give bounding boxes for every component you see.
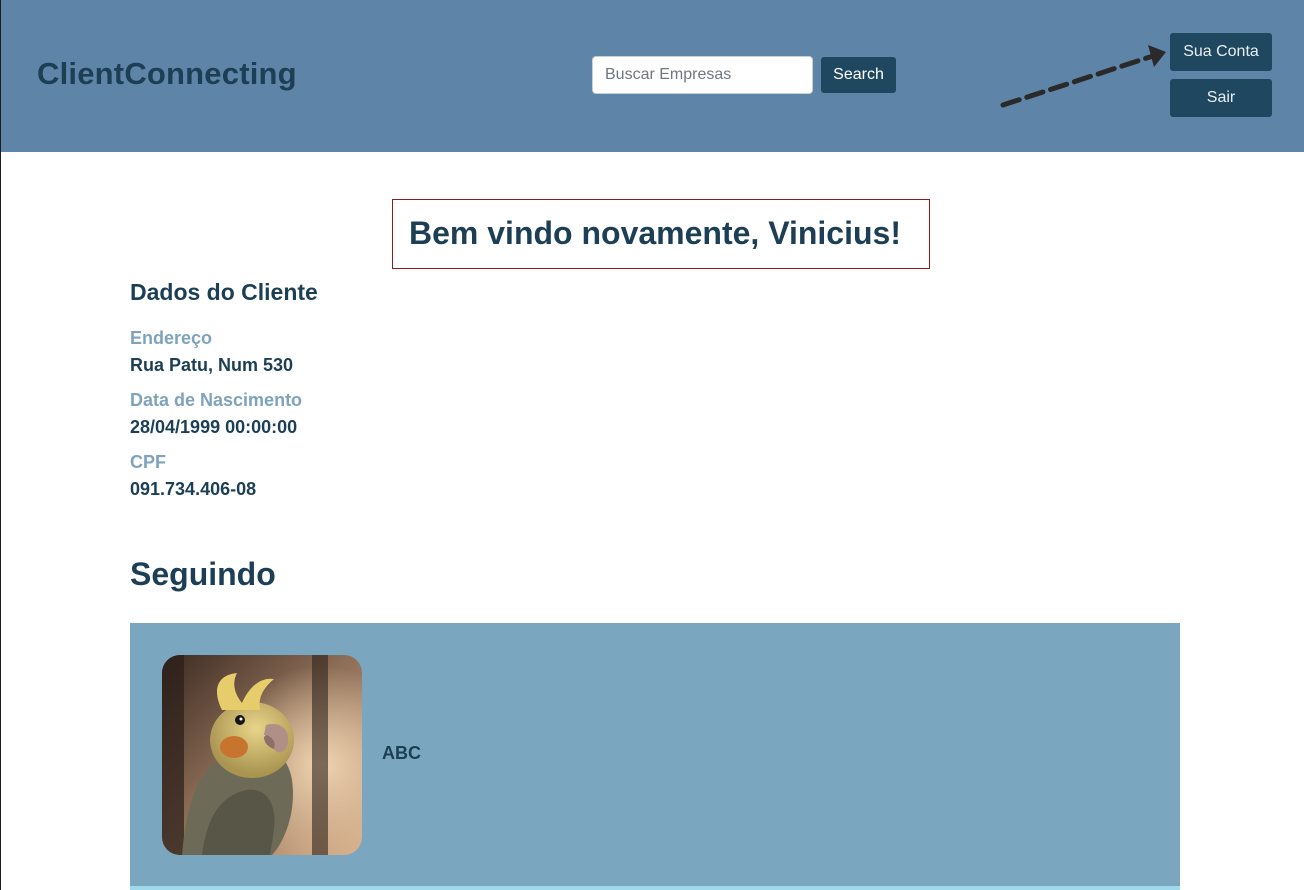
logout-button[interactable]: Sair	[1170, 79, 1272, 117]
client-data-title: Dados do Cliente	[130, 279, 318, 305]
address-label: Endereço	[130, 328, 213, 348]
cockatiel-photo-icon	[162, 655, 362, 855]
cpf-value: 091.734.406-08	[130, 479, 257, 499]
welcome-banner: Bem vindo novamente, Vinicius!	[392, 199, 930, 269]
company-photo[interactable]	[162, 655, 362, 855]
address-value: Rua Patu, Num 530	[130, 355, 294, 375]
search-input[interactable]	[592, 56, 813, 94]
following-title: Seguindo	[130, 556, 276, 592]
company-name[interactable]: ABC	[382, 743, 421, 764]
birthdate-label: Data de Nascimento	[130, 390, 303, 410]
account-button[interactable]: Sua Conta	[1170, 33, 1272, 71]
brand-logo-text[interactable]: ClientConnecting	[37, 56, 297, 92]
cpf-label: CPF	[130, 452, 166, 472]
top-header: ClientConnecting Search Sua Conta Sair	[1, 0, 1304, 152]
following-card[interactable]: ABC	[130, 623, 1180, 890]
arrow-annotation-icon	[1000, 45, 1166, 108]
search-button[interactable]: Search	[821, 57, 896, 93]
birthdate-value: 28/04/1999 00:00:00	[130, 417, 298, 437]
